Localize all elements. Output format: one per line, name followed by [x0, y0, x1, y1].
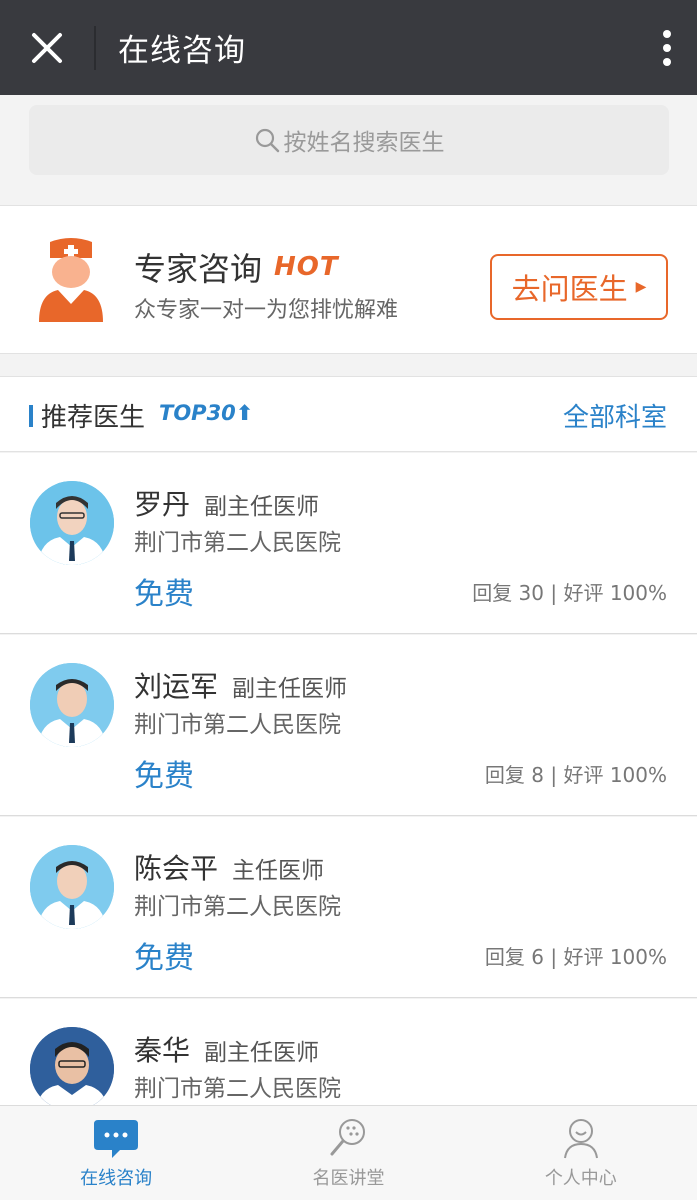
doctor-hospital: 荆门市第二人民医院	[134, 1076, 341, 1102]
price-tag: 免费	[134, 759, 194, 794]
doctor-stats: 回复 6 | 好评 100%	[484, 945, 667, 969]
doctor-hospital: 荆门市第二人民医院	[134, 712, 341, 738]
expert-title-text: 专家咨询	[134, 250, 263, 288]
top30-text: TOP30	[159, 401, 236, 425]
top-bar: 在线咨询	[0, 0, 697, 95]
doctor-rank: 副主任医师	[204, 1040, 320, 1066]
doctor-item[interactable]: 刘运军 副主任医师 荆门市第二人民医院 免费 回复 8 | 好评 100%	[0, 635, 697, 816]
all-departments-link[interactable]: 全部科室	[563, 397, 667, 434]
close-icon	[32, 32, 62, 63]
search-icon	[255, 128, 279, 153]
bottom-tab-bar: 在线咨询 名医讲堂 个人中心	[0, 1105, 697, 1200]
section-marker	[29, 405, 33, 427]
up-arrow-icon: ⬆	[235, 401, 254, 425]
more-vertical-icon	[663, 29, 671, 66]
search-input[interactable]: 按姓名搜索医生	[29, 105, 669, 175]
chat-bubble-icon	[94, 1120, 139, 1158]
play-arrow-icon: ▶	[635, 279, 647, 295]
tab-label: 个人中心	[544, 1168, 617, 1189]
search-area: 按姓名搜索医生	[0, 95, 697, 185]
doctor-photo-icon	[30, 481, 114, 565]
doctor-stats: 回复 8 | 好评 100%	[484, 763, 667, 787]
doctor-name-row: 秦华 副主任医师	[134, 1029, 319, 1069]
ask-doctor-label: 去问医生	[511, 272, 628, 306]
doctor-avatar	[30, 845, 114, 929]
doctor-item[interactable]: 陈会平 主任医师 荆门市第二人民医院 免费 回复 6 | 好评 100%	[0, 817, 697, 998]
person-icon	[563, 1119, 598, 1159]
more-menu-button[interactable]	[637, 0, 697, 95]
doctor-stats: 回复 30 | 好评 100%	[472, 581, 667, 605]
doctor-avatar	[30, 1027, 114, 1111]
doctor-hospital: 荆门市第二人民医院	[134, 530, 341, 556]
doctor-name: 陈会平	[134, 852, 219, 885]
hot-badge: HOT	[274, 252, 339, 282]
doctor-item[interactable]: 罗丹 副主任医师 荆门市第二人民医院 免费 回复 30 | 好评 100%	[0, 453, 697, 634]
doctor-name-row: 罗丹 副主任医师	[134, 483, 319, 523]
doctor-photo-icon	[30, 1027, 114, 1111]
doctor-rank: 副主任医师	[204, 494, 320, 520]
tab-online-consult[interactable]: 在线咨询	[0, 1106, 232, 1200]
tab-label: 在线咨询	[80, 1168, 153, 1189]
ask-doctor-button[interactable]: 去问医生 ▶	[490, 254, 668, 320]
expert-title: 专家咨询 HOT	[134, 244, 339, 290]
doctor-photo-icon	[30, 663, 114, 747]
doctor-name-row: 陈会平 主任医师	[134, 847, 324, 887]
doctor-name: 秦华	[134, 1034, 191, 1067]
price-tag: 免费	[134, 577, 194, 612]
page-title: 在线咨询	[118, 33, 246, 69]
expert-subtitle: 众专家一对一为您排忧解难	[134, 298, 399, 323]
nurse-doctor-icon	[39, 238, 103, 322]
doctor-rank: 副主任医师	[232, 676, 348, 702]
doctor-avatar	[30, 481, 114, 565]
recommend-title: 推荐医生	[41, 403, 146, 433]
doctor-photo-icon	[30, 845, 114, 929]
doctor-rank: 主任医师	[232, 858, 325, 884]
lecture-icon	[330, 1119, 366, 1156]
expert-consult-card: 专家咨询 HOT 众专家一对一为您排忧解难 去问医生 ▶	[0, 205, 697, 354]
header-divider	[94, 25, 96, 70]
top30-badge: TOP30⬆	[159, 401, 253, 425]
search-placeholder: 按姓名搜索医生	[283, 130, 445, 156]
close-button[interactable]	[0, 0, 94, 95]
price-tag: 免费	[134, 941, 194, 976]
doctor-avatar	[30, 663, 114, 747]
tab-personal-center[interactable]: 个人中心	[465, 1106, 697, 1200]
doctor-hospital: 荆门市第二人民医院	[134, 894, 341, 920]
tab-label: 名医讲堂	[312, 1168, 385, 1189]
recommend-header: 推荐医生 TOP30⬆ 全部科室	[0, 376, 697, 452]
doctor-name: 刘运军	[134, 670, 219, 703]
doctor-name: 罗丹	[134, 488, 191, 521]
tab-lectures[interactable]: 名医讲堂	[232, 1106, 464, 1200]
doctor-name-row: 刘运军 副主任医师	[134, 665, 347, 705]
